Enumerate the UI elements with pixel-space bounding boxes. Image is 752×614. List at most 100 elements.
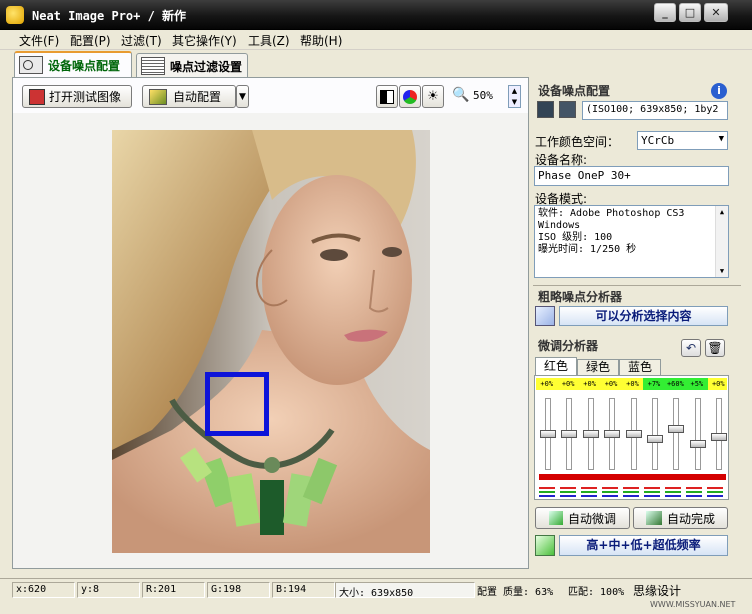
auto-fine-tune-button[interactable]: 自动微调 bbox=[535, 507, 630, 529]
spin-down-icon[interactable]: ▼ bbox=[509, 97, 520, 108]
device-mode-line: 软件: Adobe Photoshop CS3 bbox=[538, 208, 685, 219]
close-icon: ✕ bbox=[711, 6, 721, 19]
menu-help[interactable]: 帮助(H) bbox=[300, 32, 342, 49]
auto-complete-button[interactable]: 自动完成 bbox=[633, 507, 728, 529]
band-slider-knob[interactable] bbox=[582, 430, 599, 438]
status-match: 匹配: 100% bbox=[568, 587, 625, 598]
color-channels-button[interactable] bbox=[399, 85, 421, 108]
auto-profile-icon bbox=[149, 88, 167, 105]
profile-section-title: 设备噪点配置 bbox=[538, 84, 611, 98]
open-image-icon bbox=[29, 88, 45, 105]
maximize-icon: □ bbox=[684, 6, 696, 19]
band-slider-knob[interactable] bbox=[689, 439, 706, 448]
menu-file[interactable]: 文件(F) bbox=[19, 32, 59, 49]
device-mode-field[interactable]: 软件: Adobe Photoshop CS3 Windows ISO 级别: … bbox=[534, 205, 729, 278]
status-g: G:198 bbox=[207, 582, 270, 598]
profile-selector-value: (ISO100; 639x850; 1by2 bbox=[586, 104, 719, 115]
band-slider-knob[interactable] bbox=[625, 430, 642, 438]
status-config-quality: 配置 质量: 63% bbox=[477, 587, 554, 598]
band-slider-knob[interactable] bbox=[711, 433, 728, 442]
undo-icon[interactable]: ↶ bbox=[681, 339, 701, 357]
open-test-image-label: 打开测试图像 bbox=[49, 90, 122, 104]
auto-complete-icon bbox=[645, 511, 662, 525]
band-label: +0% bbox=[561, 380, 575, 388]
preview-photo[interactable] bbox=[112, 130, 430, 553]
device-mode-line: ISO 级别: 100 bbox=[538, 232, 613, 243]
band-slider-knob[interactable] bbox=[604, 430, 621, 438]
menu-tools[interactable]: 工具(Z) bbox=[248, 32, 290, 49]
channel-tab-blue[interactable]: 蓝色 bbox=[619, 359, 661, 375]
band-label-strip: +0% +0% +0% +0% +0% +7% +60% +5% +0% bbox=[536, 378, 727, 390]
color-space-select[interactable]: YCrCb ▼ bbox=[637, 131, 728, 150]
zoom-spinner[interactable]: ▲ ▼ bbox=[508, 85, 521, 108]
app-icon[interactable] bbox=[6, 6, 24, 24]
trash-icon[interactable]: 🗑 bbox=[705, 339, 725, 357]
auto-fine-tune-label: 自动微调 bbox=[567, 511, 616, 526]
channel-tab-red[interactable]: 红色 bbox=[535, 357, 577, 375]
brightness-icon: ☀ bbox=[427, 89, 439, 104]
zoom-icon[interactable]: 🔍 bbox=[452, 87, 469, 103]
menu-filter[interactable]: 过滤(T) bbox=[121, 32, 162, 49]
band-slider-knob[interactable] bbox=[561, 430, 578, 438]
maximize-button[interactable]: □ bbox=[679, 3, 701, 22]
band-label: +7% bbox=[643, 378, 665, 390]
close-button[interactable]: ✕ bbox=[704, 3, 728, 22]
menu-profile[interactable]: 配置(P) bbox=[70, 32, 111, 49]
band-label: +0% bbox=[626, 380, 639, 388]
filter-tab-icon bbox=[141, 57, 165, 75]
band-label: +60% bbox=[664, 378, 687, 390]
channel-line bbox=[539, 487, 726, 489]
tab-label: 设备噪点配置 bbox=[48, 58, 121, 73]
profile-selector[interactable]: (ISO100; 639x850; 1by2 bbox=[582, 101, 728, 120]
band-slider-knob[interactable] bbox=[646, 435, 663, 444]
frequency-wand-icon[interactable] bbox=[535, 535, 555, 556]
band-slider-knob[interactable] bbox=[668, 424, 685, 433]
save-profile-icon[interactable] bbox=[537, 101, 554, 118]
profile-tab-icon bbox=[19, 56, 43, 74]
info-icon[interactable]: i bbox=[711, 83, 727, 99]
band-slider-track[interactable] bbox=[673, 398, 680, 470]
chevron-down-icon: ▼ bbox=[718, 134, 724, 144]
brightness-button[interactable]: ☀ bbox=[422, 85, 444, 108]
status-x: x:620 bbox=[12, 582, 75, 598]
color-space-value: YCrCb bbox=[641, 134, 675, 147]
rgb-circles-icon bbox=[403, 89, 417, 104]
auto-complete-label: 自动完成 bbox=[666, 511, 715, 526]
frequency-sliders-panel: +0% +0% +0% +0% +0% +7% +60% +5% +0% bbox=[534, 375, 729, 500]
band-label: +0% bbox=[540, 380, 554, 388]
noise-sample-selection[interactable] bbox=[205, 372, 269, 436]
tab-device-noise-profile[interactable]: 设备噪点配置 bbox=[14, 51, 132, 77]
band-slider-track[interactable] bbox=[694, 398, 701, 470]
channel-tab-green[interactable]: 绿色 bbox=[577, 359, 619, 375]
red-channel-bar bbox=[539, 474, 726, 480]
view-split-button[interactable] bbox=[376, 85, 398, 108]
chevron-down-icon: ▼ bbox=[239, 91, 246, 102]
spin-up-icon[interactable]: ▲ bbox=[509, 86, 520, 97]
rough-analyzer-title: 粗略噪点分析器 bbox=[538, 290, 623, 304]
status-size: 大小: 639x850 bbox=[335, 582, 475, 598]
band-slider-knob[interactable] bbox=[539, 430, 556, 438]
open-test-image-button[interactable]: 打开测试图像 bbox=[22, 85, 132, 108]
menu-bar: 文件(F) 配置(P) 过滤(T) 其它操作(Y) 工具(Z) 帮助(H) bbox=[0, 30, 752, 50]
band-label: +5% bbox=[686, 378, 708, 390]
wand-icon bbox=[548, 511, 563, 525]
minimize-icon: _ bbox=[662, 6, 668, 19]
auto-profile-dropdown[interactable]: ▼ bbox=[236, 85, 249, 108]
channel-line bbox=[539, 491, 726, 493]
save-as-profile-icon[interactable] bbox=[559, 101, 576, 118]
window-title: Neat Image Pro+ / 新作 bbox=[32, 9, 187, 23]
menu-other[interactable]: 其它操作(Y) bbox=[172, 32, 237, 49]
portrait-image bbox=[112, 130, 430, 553]
device-mode-line: 曝光时间: 1/250 秒 bbox=[538, 244, 637, 255]
divider bbox=[533, 285, 741, 286]
tab-label: 噪点过滤设置 bbox=[170, 59, 243, 74]
scrollbar[interactable]: ▲ ▼ bbox=[715, 206, 728, 277]
tab-noise-filter-settings[interactable]: 噪点过滤设置 bbox=[136, 53, 248, 78]
title-bar[interactable]: Neat Image Pro+ / 新作 _ □ ✕ bbox=[0, 0, 752, 30]
band-slider-track[interactable] bbox=[651, 398, 658, 470]
auto-profile-button[interactable]: 自动配置 bbox=[142, 85, 236, 108]
device-name-field[interactable]: Phase OneP 30+ bbox=[534, 166, 729, 186]
zoom-value: 50% bbox=[473, 89, 493, 102]
analyze-wand-icon[interactable] bbox=[535, 306, 555, 326]
minimize-button[interactable]: _ bbox=[654, 3, 676, 22]
